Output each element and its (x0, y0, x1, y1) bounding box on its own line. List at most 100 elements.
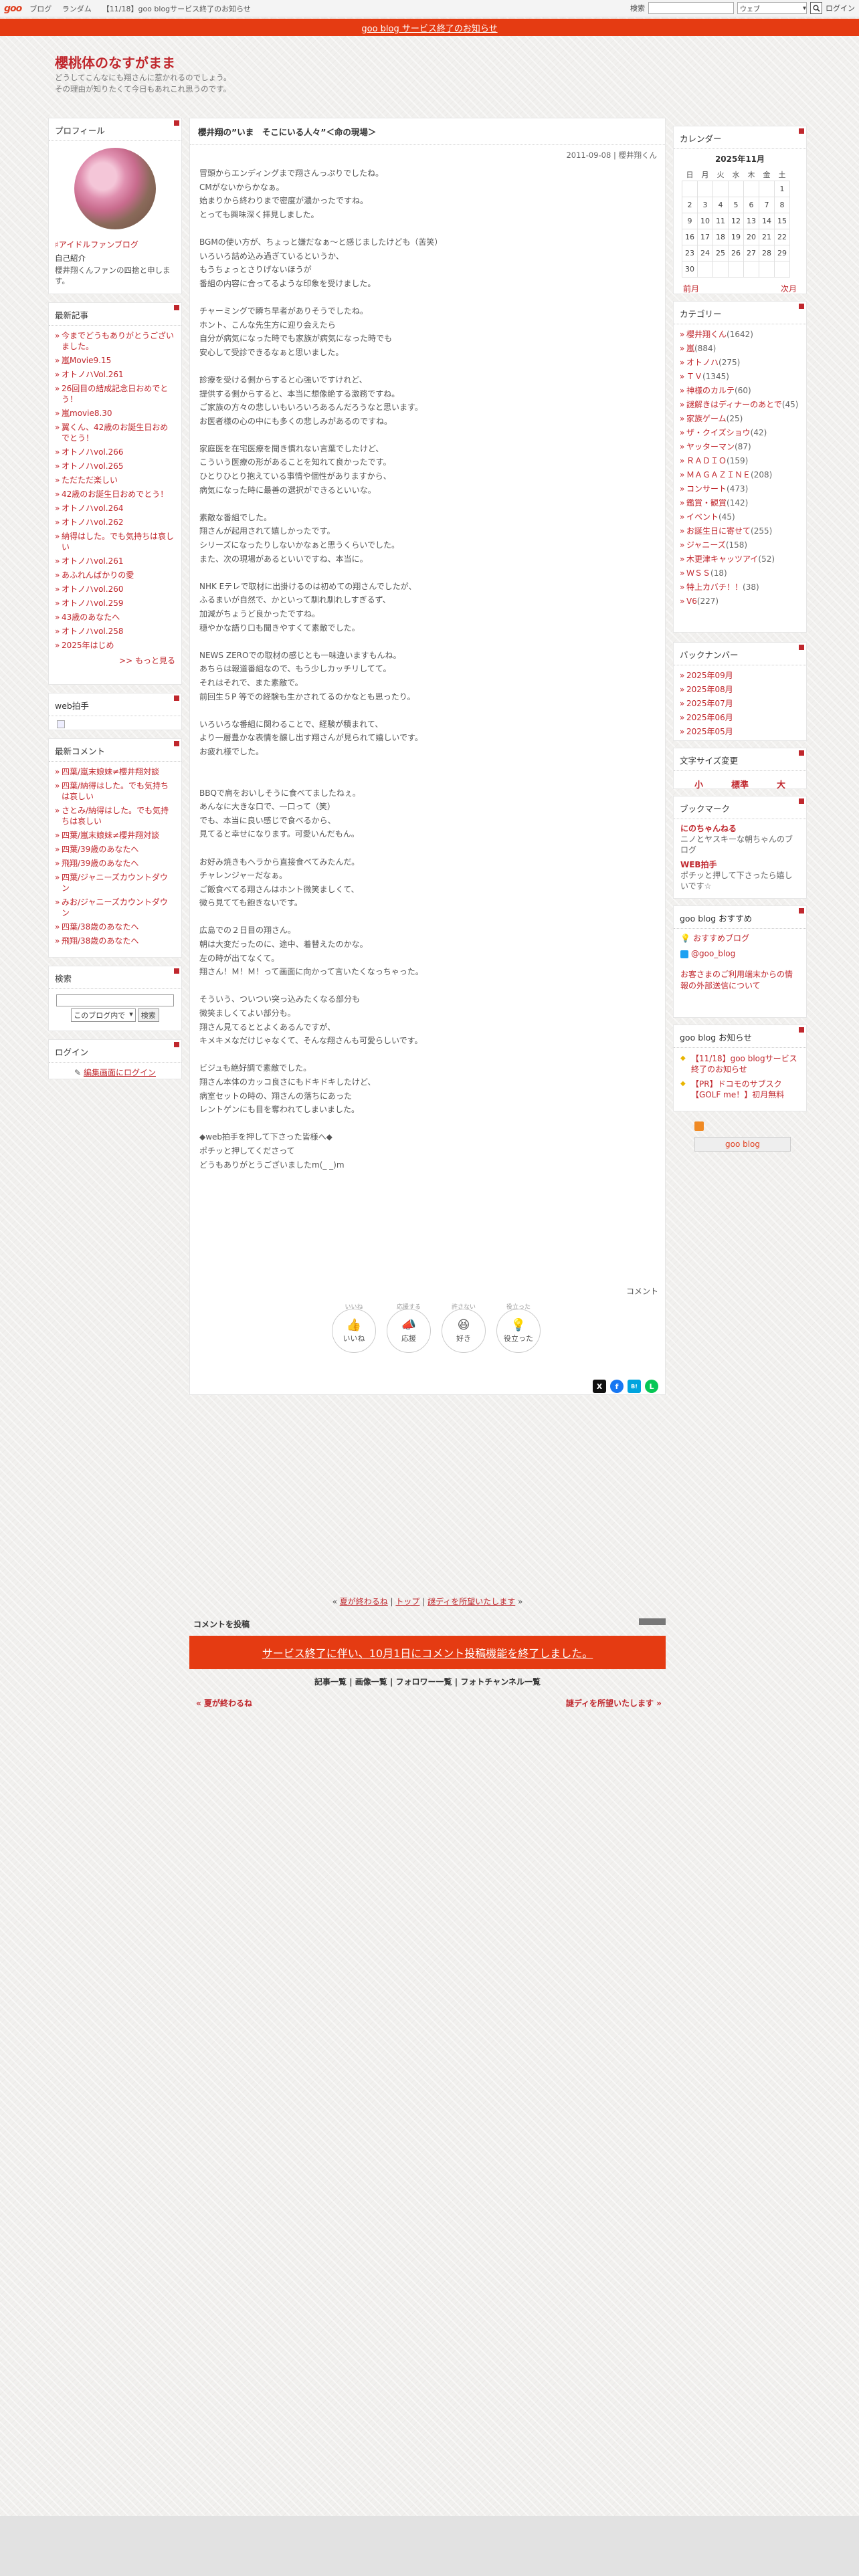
list-item[interactable]: 今までどうもありがとうございました。 (55, 328, 175, 353)
list-item[interactable]: 42歳のお誕生日おめでとう！ (55, 487, 175, 501)
post-link[interactable]: 嵐movie8.30 (62, 409, 112, 418)
month-link[interactable]: 2025年06月 (686, 713, 733, 722)
blog-search-input[interactable] (56, 994, 174, 1006)
category-link[interactable]: ＲＡＤＩＯ (686, 456, 727, 465)
list-item[interactable]: 43歳のあなたへ (55, 610, 175, 624)
list-item[interactable]: オトノハvol.266 (55, 445, 175, 459)
top-search-input[interactable] (648, 2, 734, 14)
list-item[interactable]: コンサート(473) (680, 481, 800, 496)
post-link[interactable]: 納得はした。でも気持ちは哀しい (62, 532, 174, 552)
list-item[interactable]: 四葉/嵐末娘妹≠櫻井翔対談 (55, 828, 175, 842)
post-link[interactable]: 2025年はじめ (62, 641, 114, 650)
post-link[interactable]: オトノハvol.261 (62, 556, 124, 566)
fan-link[interactable]: ♯アイドルファンブログ (49, 229, 181, 253)
images-list-link[interactable]: 画像一覧 (355, 1677, 387, 1687)
profile-avatar[interactable] (74, 148, 156, 229)
list-item[interactable]: オトノハvol.261 (55, 554, 175, 568)
post-link[interactable]: 26回目の結成記念日おめでとう！ (62, 384, 168, 404)
comment-link[interactable]: 飛翔/38歳のあなたへ (62, 936, 138, 946)
comment-link[interactable]: 四葉/納得はした。でも気持ちは哀しい (62, 781, 169, 801)
reaction-circle[interactable]: 📣 応援 (387, 1309, 431, 1353)
post-link[interactable]: 嵐Movie9.15 (62, 356, 111, 365)
bookmark-link[interactable]: WEB拍手 (680, 859, 799, 870)
post-link[interactable]: オトノハvol.264 (62, 504, 124, 513)
info-link[interactable]: 【PR】ドコモのサブスク【GOLF me！】初月無料 (691, 1079, 784, 1099)
top-search-select[interactable]: ウェブ ▾ (737, 2, 807, 14)
search-scope-select[interactable]: このブログ内で ▾ (71, 1008, 136, 1022)
month-link[interactable]: 2025年09月 (686, 671, 733, 680)
article-title[interactable]: 櫻井翔の”いま そこにいる人々”＜命の現場＞ (190, 118, 665, 145)
post-link[interactable]: あふれんばかりの愛 (62, 570, 134, 580)
reaction-circle[interactable]: 😆 好き (442, 1309, 486, 1353)
list-item[interactable]: 2025年09月 (680, 668, 800, 682)
month-link[interactable]: 2025年08月 (686, 685, 733, 694)
comment-toggle[interactable] (639, 1618, 666, 1625)
calendar-prev-link[interactable]: 前月 (683, 283, 699, 294)
category-link[interactable]: 鑑賞・観賞 (686, 498, 727, 508)
list-item[interactable]: さとみ/納得はした。でも気持ちは哀しい (55, 803, 175, 828)
list-item[interactable]: 2025年08月 (680, 682, 800, 696)
top-nav-blog[interactable]: ブログ (29, 5, 52, 13)
list-item[interactable]: 2025年はじめ (55, 638, 175, 652)
list-item[interactable]: お誕生日に寄せて(255) (680, 524, 800, 538)
bottom-prev-link[interactable]: « 夏が終わるね (196, 1697, 252, 1709)
list-item[interactable]: 四葉/39歳のあなたへ (55, 842, 175, 856)
list-item[interactable]: ヤッターマン(87) (680, 439, 800, 453)
comment-link[interactable]: 四葉/ジャニーズカウントダウン (62, 873, 168, 893)
list-item[interactable]: オトノハVol.261 (55, 367, 175, 381)
category-link[interactable]: 神様のカルテ (686, 386, 735, 395)
list-item[interactable]: 特上カバチ！！(38) (680, 580, 800, 594)
line-share-icon[interactable]: L (645, 1380, 658, 1393)
post-link[interactable]: オトノハvol.262 (62, 518, 124, 527)
articles-list-link[interactable]: 記事一覧 (314, 1677, 347, 1687)
category-link[interactable]: ヤッターマン (686, 442, 735, 451)
list-item[interactable]: オトノハvol.264 (55, 501, 175, 515)
list-item[interactable]: ＭＡＧＡＺＩＮＥ(208) (680, 467, 800, 481)
category-link[interactable]: 嵐 (686, 344, 694, 353)
category-link[interactable]: V6 (686, 597, 697, 606)
comment-link[interactable]: さとみ/納得はした。でも気持ちは哀しい (62, 806, 169, 826)
list-item[interactable]: 【PR】ドコモのサブスク【GOLF me！】初月無料 (680, 1079, 799, 1100)
x-share-icon[interactable]: X (593, 1380, 606, 1393)
external-transmission-link[interactable]: お客さまのご利用端末からの情報の外部送信について (680, 969, 799, 992)
list-item[interactable]: イベント(45) (680, 510, 800, 524)
list-item[interactable]: みお/ジャニーズカウントダウン (55, 895, 175, 920)
category-link[interactable]: 櫻井翔くん (686, 330, 727, 339)
goo-logo[interactable]: goo (4, 3, 22, 14)
blog-search-button[interactable]: 検索 (137, 1008, 159, 1022)
comment-link[interactable]: 四葉/嵐末娘妹≠櫻井翔対談 (62, 831, 159, 840)
info-link[interactable]: 【11/18】goo blogサービス終了のお知らせ (691, 1054, 797, 1074)
category-link[interactable]: イベント (686, 512, 719, 522)
category-link[interactable]: コンサート (686, 484, 727, 494)
followers-list-link[interactable]: フォロワー一覧 (396, 1677, 452, 1687)
reaction-cheer[interactable]: 応援する 📣 応援 (385, 1302, 432, 1353)
category-link[interactable]: ＷＳＳ (686, 568, 710, 578)
list-item[interactable]: あふれんばかりの愛 (55, 568, 175, 582)
list-item[interactable]: 櫻井翔くん(1642) (680, 327, 800, 341)
list-item[interactable]: オトノハvol.259 (55, 596, 175, 610)
list-item[interactable]: オトノハvol.262 (55, 515, 175, 529)
comment-link[interactable]: コメント (626, 1285, 658, 1297)
post-link[interactable]: オトノハvol.266 (62, 447, 124, 457)
comment-link[interactable]: 飛翔/39歳のあなたへ (62, 859, 138, 868)
font-medium-button[interactable]: 標準 (731, 778, 749, 790)
list-item[interactable]: 飛翔/39歳のあなたへ (55, 856, 175, 870)
category-link[interactable]: 謎解きはディナーのあとで (686, 400, 782, 409)
list-item[interactable]: 四葉/納得はした。でも気持ちは哀しい (55, 778, 175, 803)
list-item[interactable]: 2025年07月 (680, 696, 800, 710)
photo-channel-link[interactable]: フォトチャンネル一覧 (460, 1677, 541, 1687)
list-item[interactable]: ジャニーズ(158) (680, 538, 800, 552)
category-link[interactable]: お誕生日に寄せて (686, 526, 751, 536)
list-item[interactable]: 鑑賞・観賞(142) (680, 496, 800, 510)
list-item[interactable]: オトノハvol.260 (55, 582, 175, 596)
category-link[interactable]: ジャニーズ (686, 540, 726, 550)
category-link[interactable]: 木更津キャッツアイ (686, 554, 758, 564)
list-item[interactable]: オトノハvol.265 (55, 459, 175, 473)
month-link[interactable]: 2025年07月 (686, 699, 733, 708)
list-item[interactable]: 嵐movie8.30 (55, 406, 175, 420)
recommend-blog-link[interactable]: おすすめブログ (693, 933, 749, 944)
post-link[interactable]: 今までどうもありがとうございました。 (62, 331, 174, 351)
list-item[interactable]: 26回目の結成記念日おめでとう！ (55, 381, 175, 406)
calendar-next-link[interactable]: 次月 (781, 283, 797, 294)
webclap-image[interactable] (57, 720, 65, 728)
